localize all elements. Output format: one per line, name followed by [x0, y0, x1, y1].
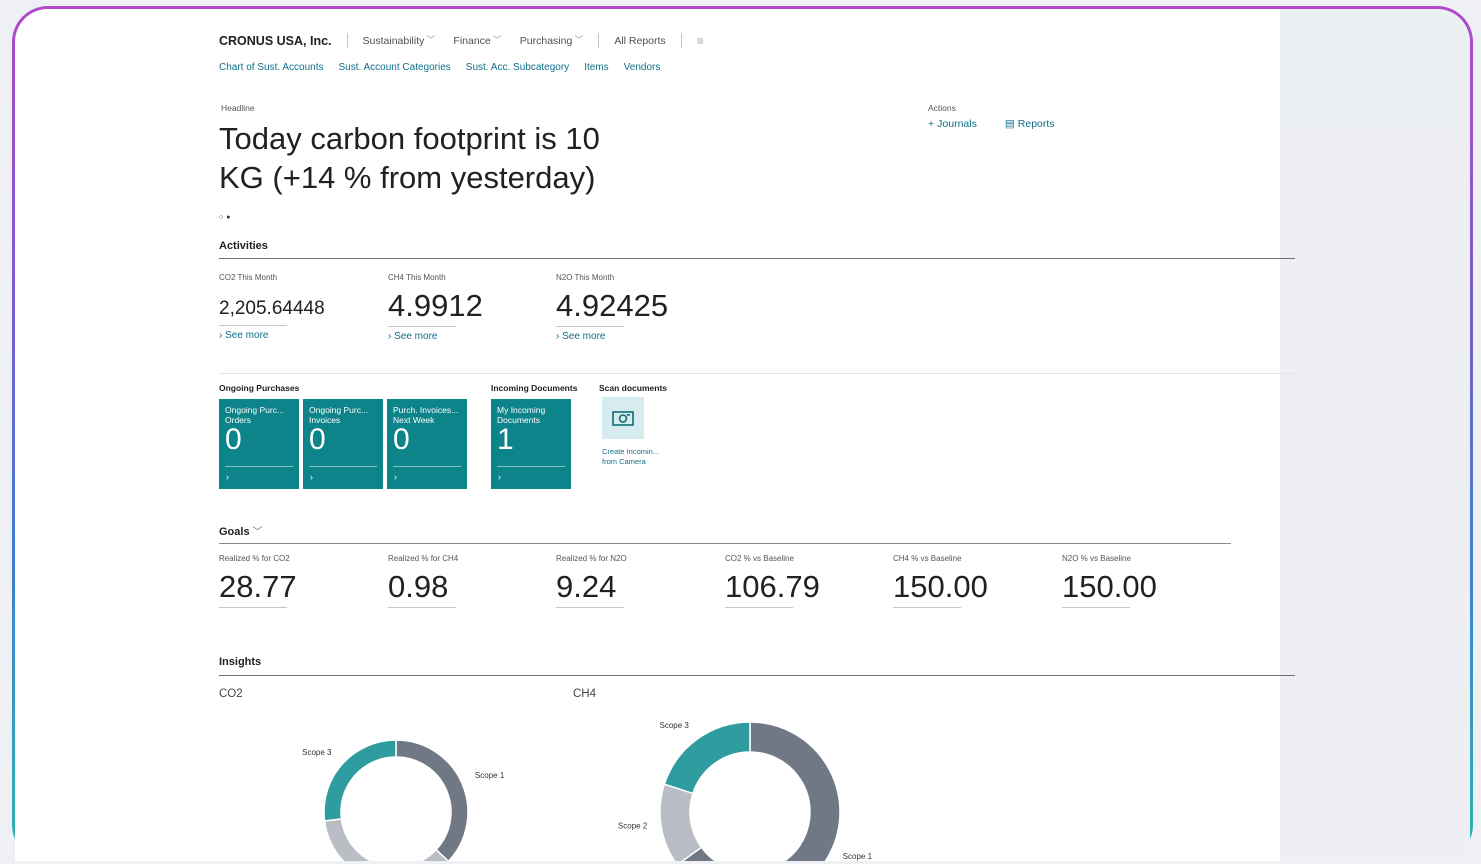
slice-label: Scope 1 — [475, 771, 505, 780]
hamburger-menu-icon[interactable]: ≡ — [697, 34, 704, 48]
chevron-right-icon: › — [310, 472, 313, 482]
plus-icon: + — [928, 118, 935, 130]
section-divider — [219, 373, 1295, 374]
goal-tile[interactable]: Realized % for CH4 0.98 — [388, 554, 458, 608]
chevron-down-icon: ﹀ — [426, 35, 436, 45]
link-vendors[interactable]: Vendors — [624, 62, 661, 73]
donut-slice-scope-2[interactable] — [659, 783, 703, 861]
nav-links: Chart of Sust. Accounts Sust. Account Ca… — [219, 62, 660, 73]
nav-divider — [346, 33, 348, 48]
actions-caption: Actions — [928, 103, 956, 113]
chevron-down-icon: ﹀ — [492, 35, 502, 45]
ongoing-purchases-title: Ongoing Purchases — [219, 383, 300, 393]
n2o-this-month-tile[interactable]: N2O This Month 4.92425 › See more — [556, 273, 668, 342]
goals-title[interactable]: Goals ﹀ — [219, 523, 262, 538]
menu-sustainability[interactable]: Sustainability ﹀ — [363, 34, 436, 47]
slice-label: Scope 3 — [302, 748, 332, 757]
activities-title: Activities — [219, 240, 268, 252]
chevron-right-icon: › — [394, 472, 397, 482]
chevron-right-icon: › — [498, 472, 501, 482]
chevron-down-icon: ﹀ — [574, 35, 584, 45]
co2-chart-title: CO2 — [219, 688, 243, 700]
chevron-right-icon: › — [226, 472, 229, 482]
ch4-donut-chart[interactable]: Scope 1 Scope 2 Scope 3 — [590, 699, 890, 861]
ch4-this-month-tile[interactable]: CH4 This Month 4.9912 › See more — [388, 273, 483, 342]
camera-icon — [612, 411, 634, 426]
cue-my-incoming-documents[interactable]: My Incoming Documents 1 › — [491, 399, 571, 489]
nav-divider — [680, 33, 682, 48]
link-sust-acc-subcategory[interactable]: Sust. Acc. Subcategory — [466, 62, 569, 73]
link-sust-account-categories[interactable]: Sust. Account Categories — [339, 62, 451, 73]
chevron-down-icon: ﹀ — [249, 527, 263, 538]
menu-finance[interactable]: Finance ﹀ — [453, 34, 501, 47]
insights-divider — [219, 675, 1295, 676]
donut-slice-scope-3[interactable] — [663, 721, 751, 795]
cue-ongoing-purchase-invoices[interactable]: Ongoing Purc... Invoices 0 › — [303, 399, 383, 489]
goal-tile[interactable]: CO2 % vs Baseline 106.79 — [725, 554, 820, 608]
donut-slice-scope-3[interactable] — [323, 739, 397, 822]
goal-tile[interactable]: Realized % for CO2 28.77 — [219, 554, 297, 608]
co2-donut-chart[interactable]: Scope 1 Scope 3 — [250, 699, 550, 861]
app-window: CRONUS USA, Inc. Sustainability ﹀ Finance… — [15, 9, 1470, 861]
incoming-documents-title: Incoming Documents — [491, 383, 578, 393]
donut-slice-scope-1[interactable] — [395, 739, 469, 861]
company-name[interactable]: CRONUS USA, Inc. — [219, 34, 332, 48]
slice-label: Scope 2 — [618, 821, 648, 830]
create-from-camera-label[interactable]: Create Incomin... from Camera — [602, 447, 692, 467]
journals-action[interactable]: + Journals — [928, 118, 977, 130]
activities-divider — [219, 258, 1295, 259]
slice-label: Scope 1 — [843, 852, 873, 861]
scan-documents-title: Scan documents — [599, 383, 668, 393]
report-icon: ▤ — [1004, 118, 1015, 130]
donut-slice-scope-2[interactable] — [323, 818, 450, 861]
navigation-bar: CRONUS USA, Inc. Sustainability ﹀ Finance… — [219, 33, 704, 48]
goal-tile[interactable]: N2O % vs Baseline 150.00 — [1062, 554, 1157, 608]
headline-pager[interactable]: ○● — [219, 214, 233, 221]
camera-button[interactable] — [602, 397, 644, 439]
link-chart-of-sust-accounts[interactable]: Chart of Sust. Accounts — [219, 62, 324, 73]
see-more-link[interactable]: › See more — [219, 330, 325, 341]
see-more-link[interactable]: › See more — [388, 331, 483, 342]
goal-tile[interactable]: Realized % for N2O 9.24 — [556, 554, 627, 608]
headline-text: Today carbon footprint is 10 KG (+14 % f… — [219, 121, 600, 195]
co2-this-month-tile[interactable]: CO2 This Month 2,205.64448 › See more — [219, 273, 325, 341]
app-frame: CRONUS USA, Inc. Sustainability ﹀ Finance… — [12, 6, 1473, 861]
menu-purchasing[interactable]: Purchasing ﹀ — [520, 34, 584, 47]
link-items[interactable]: Items — [584, 62, 608, 73]
insights-title: Insights — [219, 656, 262, 668]
all-reports-link[interactable]: All Reports — [614, 35, 665, 47]
headline-caption: Headline — [221, 103, 255, 113]
nav-divider — [598, 33, 600, 48]
goals-divider — [219, 543, 1231, 544]
tile-value: 4.92425 — [556, 288, 669, 323]
tile-value: 2,205.64448 — [219, 298, 325, 319]
actions-bar: + Journals ▤ Reports — [928, 118, 1055, 130]
cue-purch-invoices-next-week[interactable]: Purch. Invoices... Next Week 0 › — [387, 399, 467, 489]
tile-value: 4.9912 — [388, 288, 483, 323]
cue-ongoing-purchase-orders[interactable]: Ongoing Purc... Orders 0 › — [219, 399, 299, 489]
role-center: CRONUS USA, Inc. Sustainability ﹀ Finance… — [15, 9, 1315, 861]
see-more-link[interactable]: › See more — [556, 331, 668, 342]
reports-action[interactable]: ▤ Reports — [1005, 118, 1055, 130]
slice-label: Scope 3 — [660, 721, 690, 730]
goal-tile[interactable]: CH4 % vs Baseline 150.00 — [893, 554, 988, 608]
